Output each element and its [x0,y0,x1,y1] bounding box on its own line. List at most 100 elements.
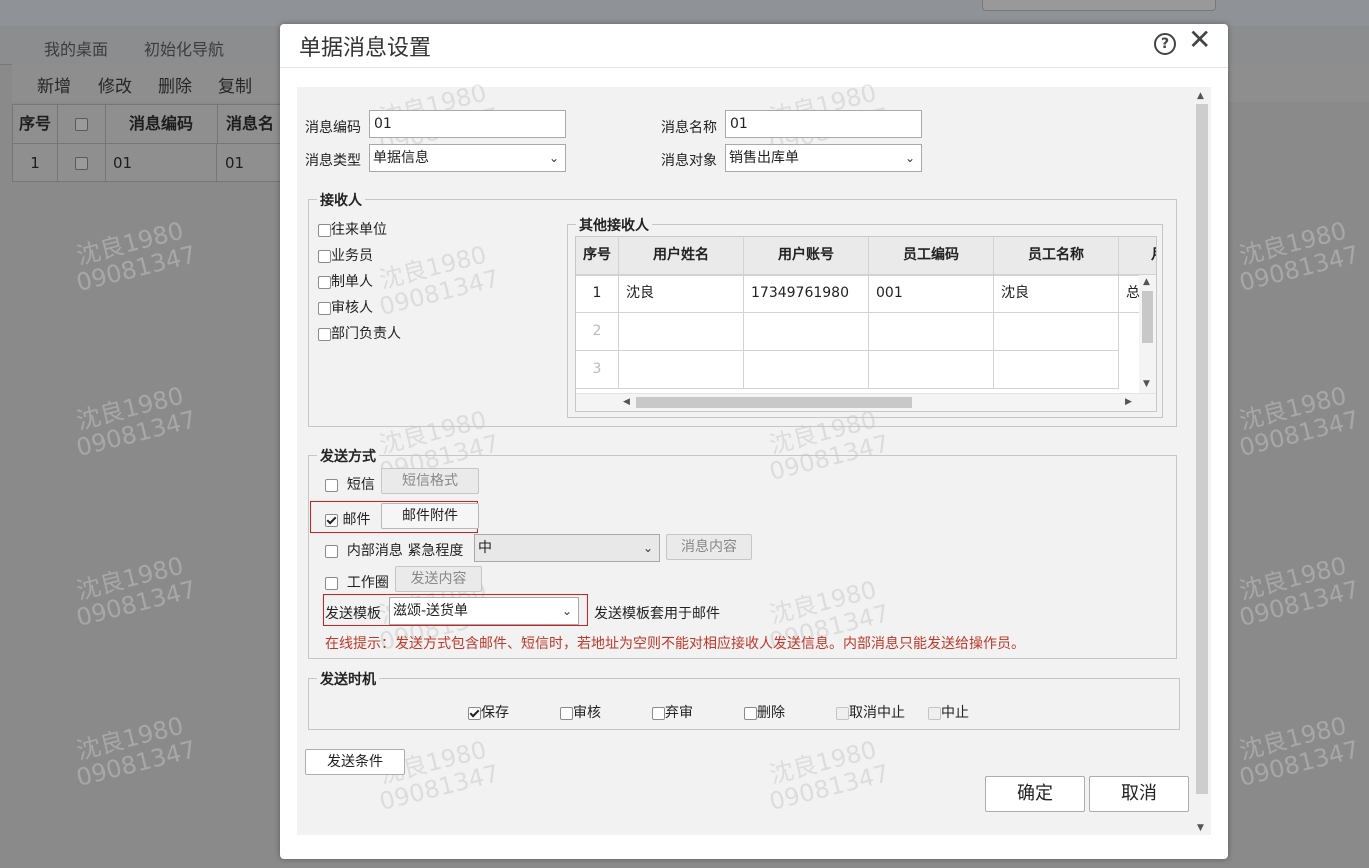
scroll-right-icon[interactable]: ▶ [1125,397,1132,407]
scrollbar-thumb[interactable] [1196,104,1208,794]
table-cell[interactable] [994,313,1119,351]
checkbox[interactable] [325,478,338,492]
toolbar-copy-button[interactable]: 复制 [218,72,252,97]
table-cell[interactable] [869,313,994,351]
watermark: 沈良198009081347 [1236,551,1362,632]
table-cell: 3 [576,351,619,389]
timing-option-cancel-stop[interactable]: 取消中止 [836,702,905,722]
message-settings-dialog: 单据消息设置 ? ✕ 沈良198009081347 沈良198009081347… [280,24,1228,859]
watermark: 沈良198009081347 [73,381,199,462]
watermark: 沈良198009081347 [1236,216,1362,297]
nav-tab-desktop[interactable]: 我的桌面 [44,36,108,60]
table-cell[interactable]: 沈良 [994,275,1119,313]
receiver-option[interactable]: 制单人 [318,271,373,291]
timing-option-delete[interactable]: 删除 [744,702,785,722]
checkbox[interactable] [318,249,331,263]
checkbox[interactable] [325,544,338,558]
checkbox[interactable] [318,223,331,237]
grid-vertical-scrollbar[interactable]: ▲ ▼ [1139,275,1156,393]
toolbar-add-button[interactable]: 新增 [37,72,71,97]
email-option[interactable]: 邮件 [325,509,370,529]
table-cell: 1 [13,143,58,182]
table-cell[interactable] [994,351,1119,389]
toolbar-edit-button[interactable]: 修改 [98,72,132,97]
sms-option[interactable]: 短信 [325,474,375,494]
timing-option-approve[interactable]: 审核 [560,702,601,722]
receiver-option[interactable]: 部门负责人 [318,323,401,343]
table-cell[interactable]: 总 [1119,275,1139,313]
cancel-button[interactable]: 取消 [1089,776,1189,812]
checkbox-disabled [928,706,941,720]
checkbox[interactable] [318,301,331,315]
send-method-legend: 发送方式 [317,446,379,466]
send-condition-button[interactable]: 发送条件 [305,749,405,775]
table-cell[interactable] [744,351,869,389]
table-cell[interactable] [869,351,994,389]
scrollbar-thumb[interactable] [1142,291,1153,343]
table-cell[interactable] [619,313,744,351]
ok-button[interactable]: 确定 [985,776,1085,812]
template-select[interactable]: 滋颂-送货单 ⌄ [389,597,579,625]
scroll-down-icon[interactable]: ▼ [1197,823,1204,833]
message-content-button[interactable]: 消息内容 [666,534,752,560]
scroll-down-icon[interactable]: ▼ [1143,379,1150,389]
dialog-scrollbar[interactable]: ▲ ▼ [1196,91,1208,834]
template-label: 发送模板 [325,606,381,622]
timing-option-unapprove[interactable]: 弃审 [652,702,693,722]
scrollbar-thumb[interactable] [636,397,912,408]
table-cell[interactable] [744,313,869,351]
table-cell[interactable]: 001 [869,275,994,313]
column-header: 员工编码 [869,237,994,275]
type-select[interactable]: 单据信息 ⌄ [369,144,566,172]
table-cell: 01 [217,143,283,181]
column-header: 员工名称 [994,237,1119,275]
sms-format-button[interactable]: 短信格式 [381,468,479,494]
receiver-option[interactable]: 往来单位 [318,219,387,239]
toolbar-delete-button[interactable]: 删除 [158,72,192,97]
table-cell: 1 [576,275,619,313]
column-header: 月 [1119,237,1156,275]
receivers-legend: 接收人 [317,190,365,210]
checkbox[interactable] [652,706,665,720]
nav-tab-init-guide[interactable]: 初始化导航 [144,36,224,60]
name-label: 消息名称 [661,120,717,136]
email-attachment-button[interactable]: 邮件附件 [381,503,479,529]
checkbox[interactable] [560,706,573,720]
close-icon[interactable]: ✕ [1188,26,1211,54]
internal-message-option[interactable]: 内部消息 紧急程度 [325,540,463,560]
grid-horizontal-scrollbar[interactable]: ◀ ▶ [576,393,1156,411]
top-search-box[interactable] [982,0,1216,11]
receiver-option[interactable]: 审核人 [318,297,373,317]
work-circle-option[interactable]: 工作圈 [325,572,389,592]
scroll-up-icon[interactable]: ▲ [1197,91,1204,101]
table-cell: 01 [105,143,217,181]
scroll-up-icon[interactable]: ▲ [1143,277,1150,287]
template-select-value: 滋颂-送货单 [393,603,469,619]
urgency-select-value: 中 [478,540,492,556]
checkbox[interactable] [744,706,757,720]
checkbox[interactable] [318,275,331,289]
send-content-button[interactable]: 发送内容 [395,566,482,592]
checkbox-checked[interactable] [325,513,338,527]
scroll-left-icon[interactable]: ◀ [623,397,630,407]
background-table: 序号 消息编码 消息名 1 01 01 [12,104,284,182]
table-cell[interactable] [619,351,744,389]
code-input[interactable]: 01 [369,110,566,138]
timing-option-stop[interactable]: 中止 [928,702,969,722]
header-select-all-checkbox[interactable] [57,105,106,143]
checkbox[interactable] [318,327,331,341]
table-cell[interactable]: 沈良 [619,275,744,313]
row-checkbox[interactable] [57,143,106,182]
type-label: 消息类型 [305,153,361,169]
checkbox-checked[interactable] [468,706,481,720]
timing-option-save[interactable]: 保存 [468,702,509,722]
table-cell[interactable]: 17349761980 [744,275,869,313]
object-select[interactable]: 销售出库单 ⌄ [725,144,922,172]
checkbox-disabled [836,706,849,720]
object-label: 消息对象 [661,153,717,169]
help-icon[interactable]: ? [1154,33,1176,55]
receiver-option[interactable]: 业务员 [318,245,373,265]
checkbox[interactable] [325,576,338,590]
name-input[interactable]: 01 [725,110,922,138]
urgency-select[interactable]: 中 ⌄ [474,534,660,562]
